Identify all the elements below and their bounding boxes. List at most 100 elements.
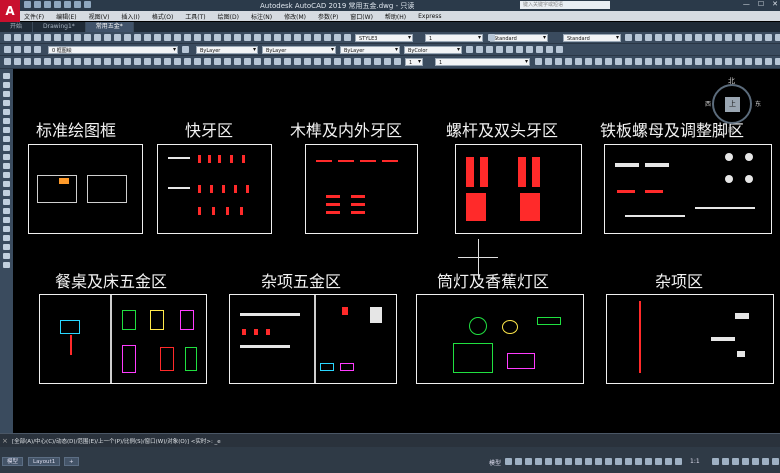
view-cube-south[interactable]: 南 [728, 125, 734, 134]
undo-icon[interactable] [74, 1, 81, 8]
tool-icon[interactable] [4, 58, 11, 65]
text-style-select[interactable]: STYLE3 [355, 34, 413, 42]
status-toggle-icon[interactable] [575, 458, 582, 465]
tool-icon[interactable] [182, 46, 189, 53]
tool-icon[interactable] [14, 34, 21, 41]
draw-tool-icon[interactable] [3, 199, 10, 205]
tool-icon[interactable] [675, 34, 682, 41]
draw-tool-icon[interactable] [3, 253, 10, 259]
command-prompt[interactable]: [全部(A)/中心(C)/动态(D)/范围(E)/上一个(P)/比例(S)/窗口… [12, 437, 221, 445]
status-toggle-icon[interactable] [515, 458, 522, 465]
drawing-frame[interactable] [416, 294, 584, 384]
draw-tool-icon[interactable] [3, 154, 10, 160]
plot-style-select[interactable]: ByColor [404, 46, 462, 54]
draw-tool-icon[interactable] [3, 109, 10, 115]
file-tab[interactable]: Drawing1* [33, 22, 86, 32]
save-as-icon[interactable] [54, 1, 61, 8]
tool-icon[interactable] [725, 34, 732, 41]
save-icon[interactable] [44, 1, 51, 8]
tool-icon[interactable] [194, 58, 201, 65]
tool-icon[interactable] [14, 46, 21, 53]
tab-add-layout[interactable]: + [64, 457, 79, 466]
tool-icon[interactable] [775, 58, 780, 65]
tool-icon[interactable] [765, 34, 772, 41]
tool-icon[interactable] [488, 34, 495, 41]
tool-icon[interactable] [536, 46, 543, 53]
tool-icon[interactable] [144, 58, 151, 65]
command-close-icon[interactable]: × [2, 437, 8, 445]
tool-icon[interactable] [234, 58, 241, 65]
tool-icon[interactable] [384, 58, 391, 65]
menu-item[interactable]: 文件(F) [24, 12, 44, 21]
tool-icon[interactable] [94, 34, 101, 41]
drawing-frame[interactable] [305, 144, 418, 234]
tool-icon[interactable] [645, 34, 652, 41]
tool-icon[interactable] [214, 58, 221, 65]
drawing-frame[interactable] [157, 144, 272, 234]
tool-icon[interactable] [735, 34, 742, 41]
linetype-select[interactable]: ByLayer [262, 46, 336, 54]
tool-icon[interactable] [535, 58, 542, 65]
tool-icon[interactable] [546, 46, 553, 53]
minimize-icon[interactable]: — [743, 0, 750, 8]
tool-icon[interactable] [344, 58, 351, 65]
tool-icon[interactable] [64, 58, 71, 65]
tool-icon[interactable] [545, 58, 552, 65]
tool-icon[interactable] [44, 34, 51, 41]
tool-icon[interactable] [665, 58, 672, 65]
tool-icon[interactable] [254, 34, 261, 41]
tool-icon[interactable] [4, 46, 11, 53]
redo-icon[interactable] [84, 1, 91, 8]
status-toggle-icon[interactable] [762, 458, 769, 465]
tool-icon[interactable] [745, 34, 752, 41]
tool-icon[interactable] [124, 34, 131, 41]
tool-icon[interactable] [184, 58, 191, 65]
tool-icon[interactable] [84, 34, 91, 41]
layer-current-select[interactable]: 1 [405, 58, 423, 66]
draw-tool-icon[interactable] [3, 262, 10, 268]
tool-icon[interactable] [466, 46, 473, 53]
tool-icon[interactable] [605, 58, 612, 65]
menu-item[interactable]: 修改(M) [284, 12, 306, 21]
tool-icon[interactable] [635, 34, 642, 41]
tool-icon[interactable] [625, 58, 632, 65]
draw-tool-icon[interactable] [3, 82, 10, 88]
tool-icon[interactable] [174, 58, 181, 65]
tool-icon[interactable] [294, 58, 301, 65]
tool-icon[interactable] [44, 58, 51, 65]
tool-icon[interactable] [304, 58, 311, 65]
tool-icon[interactable] [244, 34, 251, 41]
tool-icon[interactable] [4, 34, 11, 41]
tool-icon[interactable] [104, 58, 111, 65]
tool-icon[interactable] [304, 34, 311, 41]
color-select[interactable]: ByLayer [196, 46, 258, 54]
command-line[interactable]: × [全部(A)/中心(C)/动态(D)/范围(E)/上一个(P)/比例(S)/… [0, 433, 780, 447]
tool-icon[interactable] [34, 34, 41, 41]
status-toggle-icon[interactable] [525, 458, 532, 465]
tool-icon[interactable] [144, 34, 151, 41]
tool-icon[interactable] [14, 58, 21, 65]
draw-tool-icon[interactable] [3, 208, 10, 214]
tool-icon[interactable] [685, 34, 692, 41]
menu-item[interactable]: 标注(N) [251, 12, 272, 21]
draw-tool-icon[interactable] [3, 73, 10, 79]
menu-item[interactable]: 窗口(W) [350, 12, 373, 21]
tool-icon[interactable] [506, 46, 513, 53]
tool-icon[interactable] [705, 34, 712, 41]
drawing-frame[interactable] [28, 144, 143, 234]
tool-icon[interactable] [264, 34, 271, 41]
tool-icon[interactable] [655, 34, 662, 41]
tool-icon[interactable] [164, 34, 171, 41]
tool-icon[interactable] [595, 58, 602, 65]
menu-item[interactable]: 工具(T) [185, 12, 205, 21]
model-space-toggle[interactable]: 模型 [489, 458, 501, 467]
tool-icon[interactable] [695, 58, 702, 65]
tool-icon[interactable] [324, 34, 331, 41]
tool-icon[interactable] [556, 46, 563, 53]
tool-icon[interactable] [114, 58, 121, 65]
status-toggle-icon[interactable] [742, 458, 749, 465]
status-toggle-icon[interactable] [645, 458, 652, 465]
tool-icon[interactable] [725, 58, 732, 65]
menu-item[interactable]: 绘图(D) [218, 12, 239, 21]
tab-layout1[interactable]: Layout1 [28, 457, 61, 466]
